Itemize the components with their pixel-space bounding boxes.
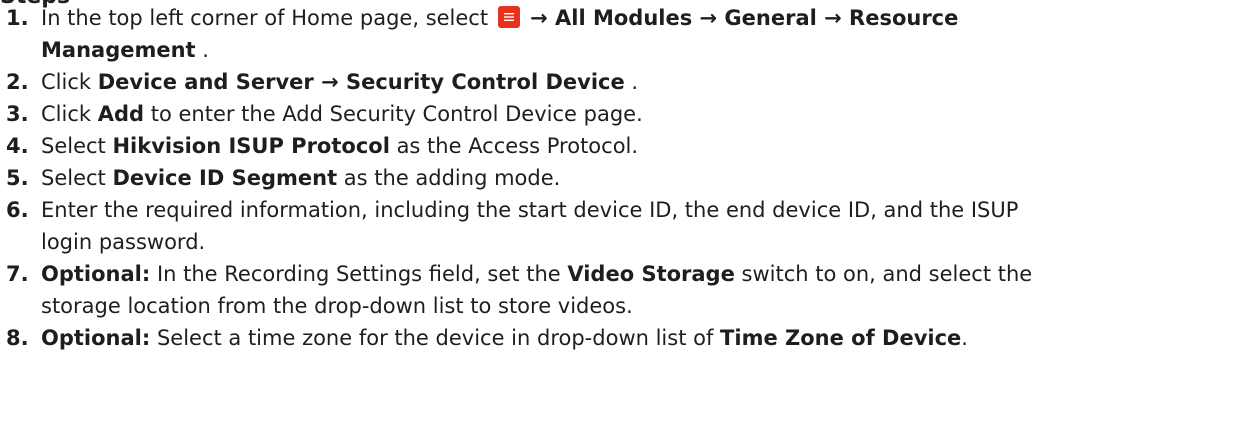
ui-term-protocol: Hikvision ISUP Protocol (112, 134, 390, 158)
step-number: 4. (6, 134, 29, 158)
step-1-line-1: In the top left corner of Home page, sel… (41, 2, 1245, 34)
step-7: 7. Optional: In the Recording Settings f… (0, 258, 1245, 322)
ui-term-adding-mode: Device ID Segment (112, 166, 338, 190)
steps-list: 1. In the top left corner of Home page, … (0, 2, 1245, 354)
ui-term-video-storage: Video Storage (567, 262, 735, 286)
step-text: . (961, 326, 968, 350)
step-text: as the adding mode. (337, 166, 561, 190)
step-6: 6. Enter the required information, inclu… (0, 194, 1245, 258)
step-number: 7. (6, 262, 29, 286)
step-number: 2. (6, 70, 29, 94)
step-number: 5. (6, 166, 29, 190)
step-text: In the Recording Settings field, set the (150, 262, 568, 286)
step-text: Click (41, 70, 98, 94)
step-text: . (624, 70, 639, 94)
hamburger-menu-icon (497, 6, 520, 28)
step-text: as the Access Protocol. (389, 134, 639, 158)
step-number: 6. (6, 198, 29, 222)
step-text: to enter the Add Security Control Device… (144, 102, 643, 126)
step-number: 8. (6, 326, 29, 350)
step-7-line-1: Optional: In the Recording Settings fiel… (41, 258, 1245, 290)
step-text: In the top left corner of Home page, sel… (41, 6, 495, 30)
step-text: . (195, 38, 209, 62)
step-1-line-2: Management . (41, 34, 1245, 66)
step-number: 1. (6, 6, 29, 30)
step-text: Select a time zone for the device in dro… (150, 326, 721, 350)
step-number: 3. (6, 102, 29, 126)
optional-label: Optional: (41, 326, 151, 350)
step-4: 4. Select Hikvision ISUP Protocol as the… (0, 130, 1245, 162)
step-7-line-2: storage location from the drop-down list… (41, 294, 633, 318)
optional-label: Optional: (41, 262, 151, 286)
step-6-line-2: login password. (41, 230, 206, 254)
step-text: switch to on, and select the (734, 262, 1033, 286)
step-8: 8. Optional: Select a time zone for the … (0, 322, 1245, 354)
step-text: Select (41, 166, 113, 190)
step-2: 2. Click Device and Server → Security Co… (0, 66, 1245, 98)
step-5: 5. Select Device ID Segment as the addin… (0, 162, 1245, 194)
menu-path: → All Modules → General → Resource (522, 6, 959, 30)
menu-path: Device and Server → Security Control Dev… (97, 70, 625, 94)
ui-term-time-zone: Time Zone of Device (720, 326, 962, 350)
step-6-line-1: Enter the required information, includin… (41, 198, 1019, 222)
ui-term-add: Add (97, 102, 145, 126)
step-text: Select (41, 134, 113, 158)
step-3: 3. Click Add to enter the Add Security C… (0, 98, 1245, 130)
step-1: 1. In the top left corner of Home page, … (0, 2, 1245, 66)
menu-path-end: Management (41, 38, 196, 62)
step-text: Click (41, 102, 98, 126)
